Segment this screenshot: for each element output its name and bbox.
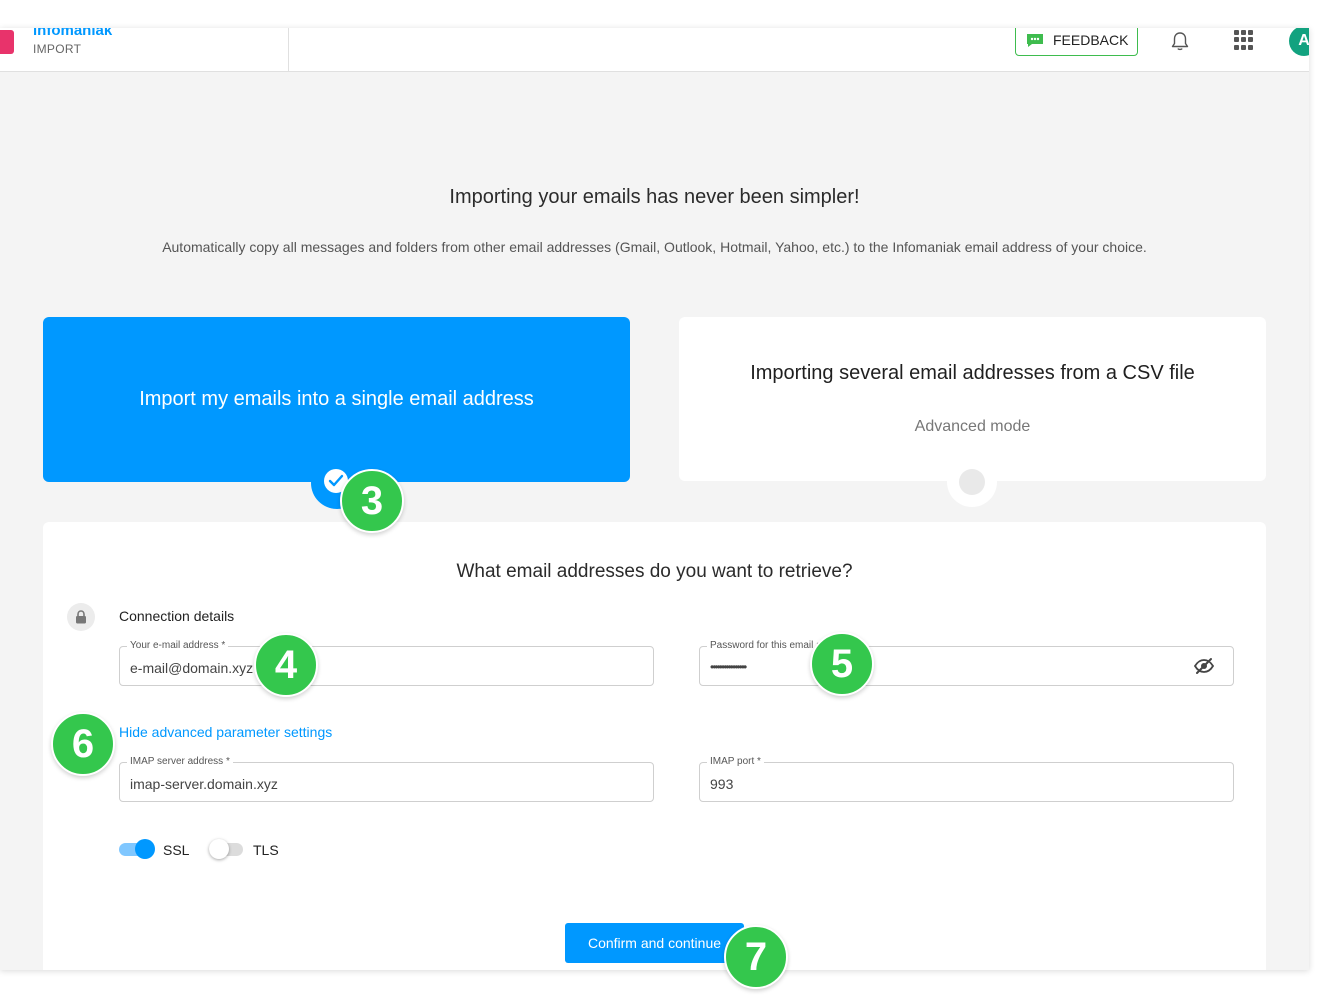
step-badge: 5 bbox=[810, 632, 874, 696]
top-bar: infomaniak IMPORT FEEDBACK A bbox=[0, 28, 1309, 72]
imap-server-value: imap-server.domain.xyz bbox=[130, 776, 278, 792]
feedback-label: FEEDBACK bbox=[1053, 32, 1129, 48]
option-csv-subtitle: Advanced mode bbox=[914, 418, 1031, 435]
imap-port-label: IMAP port * bbox=[707, 756, 764, 767]
topbar-divider bbox=[288, 28, 289, 72]
chat-icon bbox=[1027, 34, 1043, 47]
imap-port-field[interactable]: IMAP port * 993 bbox=[699, 756, 1234, 802]
email-field-label: Your e-mail address * bbox=[127, 640, 229, 651]
ssl-toggle[interactable] bbox=[119, 838, 155, 859]
step-badge: 4 bbox=[254, 633, 318, 697]
email-field[interactable]: Your e-mail address * e-mail@domain.xyz bbox=[119, 640, 654, 686]
step-badge: 6 bbox=[51, 712, 115, 776]
imap-server-field[interactable]: IMAP server address * imap-server.domain… bbox=[119, 756, 654, 802]
ssl-label: SSL bbox=[163, 842, 190, 858]
step-badge: 3 bbox=[340, 469, 404, 533]
brand-name[interactable]: infomaniak bbox=[33, 28, 112, 39]
form-title: What email addresses do you want to retr… bbox=[456, 561, 853, 582]
option-csv-radio[interactable] bbox=[947, 457, 997, 507]
check-icon bbox=[328, 474, 344, 487]
feedback-button[interactable]: FEEDBACK bbox=[1015, 28, 1138, 56]
avatar[interactable]: A bbox=[1289, 28, 1309, 56]
step-badge: 7 bbox=[724, 925, 788, 989]
app-window: infomaniak IMPORT FEEDBACK A Importing y… bbox=[0, 28, 1309, 970]
option-single-title: Import my emails into a single email add… bbox=[139, 388, 534, 410]
infomaniak-logo-icon[interactable] bbox=[0, 30, 14, 54]
import-form: What email addresses do you want to retr… bbox=[43, 522, 1266, 970]
email-field-value: e-mail@domain.xyz bbox=[130, 660, 254, 676]
lock-icon bbox=[67, 603, 95, 631]
password-field-value: •••••••••••••••• bbox=[710, 660, 747, 674]
password-field[interactable]: Password for this email address * ••••••… bbox=[699, 640, 1234, 686]
bell-icon[interactable] bbox=[1169, 30, 1191, 52]
imap-server-label: IMAP server address * bbox=[127, 756, 233, 767]
confirm-button-label: Confirm and continue bbox=[587, 935, 722, 951]
tls-label: TLS bbox=[253, 842, 279, 858]
tls-toggle[interactable] bbox=[209, 838, 245, 859]
eye-off-icon[interactable] bbox=[1193, 657, 1215, 675]
confirm-and-continue-button[interactable]: Confirm and continue bbox=[565, 923, 744, 963]
page-headline: Importing your emails has never been sim… bbox=[449, 186, 860, 208]
apps-grid-icon[interactable] bbox=[1234, 30, 1254, 50]
connection-details-label: Connection details bbox=[119, 608, 235, 624]
hide-advanced-settings-link[interactable]: Hide advanced parameter settings bbox=[119, 724, 332, 740]
page-subtitle: Automatically copy all messages and fold… bbox=[162, 239, 1147, 255]
brand-subtitle: IMPORT bbox=[33, 42, 82, 56]
option-csv-title: Importing several email addresses from a… bbox=[750, 362, 1195, 384]
imap-port-value: 993 bbox=[710, 776, 734, 792]
